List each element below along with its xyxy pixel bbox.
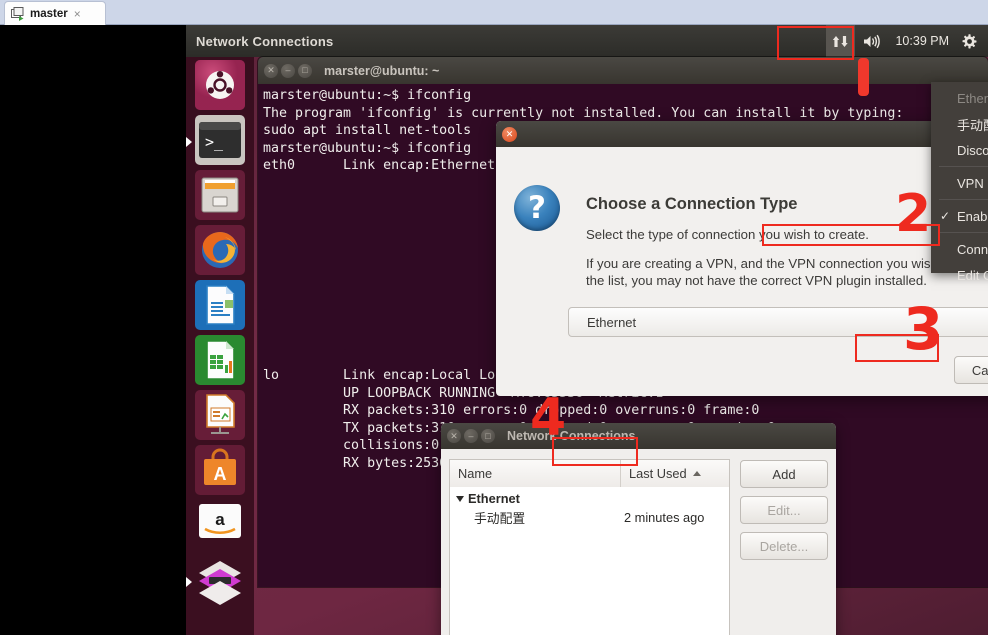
connection-group-ethernet[interactable]: Ethernet xyxy=(450,487,729,508)
menu-item-enable-networking[interactable]: ✓ Enable Networking xyxy=(931,203,988,229)
nc-window-controls: ✕ – □ xyxy=(447,429,495,443)
launcher-item-ubuntu-dash[interactable] xyxy=(195,59,245,115)
dialog-paragraph-2: If you are creating a VPN, and the VPN c… xyxy=(586,256,988,288)
unity-launcher: >_ A a xyxy=(186,57,254,635)
svg-text:a: a xyxy=(215,510,225,529)
menu-item-vpn-connections[interactable]: VPN Connections xyxy=(931,170,988,196)
network-indicator-menu: Ethernet Network 手动配置 Disconnect VPN Con… xyxy=(931,82,988,283)
dialog-text: Choose a Connection Type Select the type… xyxy=(586,163,988,289)
edit-button[interactable]: Edit... xyxy=(740,496,828,524)
menu-separator-2 xyxy=(939,199,988,200)
volume-icon[interactable] xyxy=(857,25,889,57)
browser-tab-strip: master × xyxy=(0,0,988,25)
screenshot-root: master × Network Connections 10:39 PM >_… xyxy=(0,0,988,635)
repository-icon xyxy=(10,6,26,22)
dialog-body: ? Choose a Connection Type Select the ty… xyxy=(496,147,988,396)
connection-type-value: Ethernet xyxy=(587,314,637,330)
delete-button[interactable]: Delete... xyxy=(740,532,828,560)
sort-ascending-icon xyxy=(692,471,701,476)
menu-item-manual-config[interactable]: 手动配置 xyxy=(931,111,988,137)
cancel-button[interactable]: Cancel xyxy=(954,356,988,384)
add-button[interactable]: Add xyxy=(740,460,828,488)
close-icon[interactable]: × xyxy=(74,8,81,20)
column-header-last-used[interactable]: Last Used xyxy=(621,460,729,487)
ubuntu-desktop: Network Connections 10:39 PM >_ A a ✕ – … xyxy=(186,25,988,635)
launcher-item-software-center[interactable]: A xyxy=(195,444,245,500)
connection-type-select[interactable]: Ethernet xyxy=(568,307,988,337)
svg-text:A: A xyxy=(214,464,227,484)
launcher-item-firefox[interactable] xyxy=(195,224,245,280)
choose-connection-type-dialog: ✕ ? Choose a Connection Type Select the … xyxy=(496,121,988,396)
menu-separator-3 xyxy=(939,232,988,233)
dialog-titlebar: ✕ xyxy=(496,121,988,147)
maximize-icon[interactable]: □ xyxy=(481,429,495,443)
dialog-actions: Cancel Create... xyxy=(954,356,988,384)
nc-window-title: Network Connections xyxy=(507,429,636,443)
black-background xyxy=(0,25,186,635)
libreoffice-writer-icon xyxy=(195,279,245,335)
menu-item-enable-networking-label: Enable Networking xyxy=(957,208,988,224)
check-icon: ✓ xyxy=(940,209,951,223)
network-updown-icon[interactable] xyxy=(826,25,856,57)
svg-text:>_: >_ xyxy=(205,133,224,151)
launcher-item-libreoffice-writer[interactable] xyxy=(195,279,245,335)
amazon-icon: a xyxy=(195,500,245,555)
connections-list[interactable]: Name Last Used Ethernet 手动配置 2 minutes a… xyxy=(449,459,730,635)
launcher-item-amazon[interactable]: a xyxy=(195,502,245,552)
minimize-icon[interactable]: – xyxy=(464,429,478,443)
table-row[interactable]: 手动配置 2 minutes ago xyxy=(450,508,729,527)
gear-icon[interactable] xyxy=(955,25,984,57)
close-icon[interactable]: ✕ xyxy=(264,63,278,78)
launcher-item-system-settings[interactable] xyxy=(186,555,245,610)
firefox-icon xyxy=(195,224,245,280)
browser-tab-label: master xyxy=(30,7,68,20)
menu-item-connection-information[interactable]: Connection Information xyxy=(931,236,988,262)
question-mark-icon: ? xyxy=(514,185,560,231)
connection-group-label: Ethernet xyxy=(468,491,520,506)
terminal-title: marster@ubuntu: ~ xyxy=(324,63,440,78)
launcher-item-libreoffice-impress[interactable] xyxy=(195,389,245,445)
column-header-name[interactable]: Name xyxy=(450,460,621,487)
window-controls: ✕ – □ xyxy=(264,63,312,78)
panel-window-title: Network Connections xyxy=(196,33,334,49)
libreoffice-calc-icon xyxy=(195,334,245,390)
files-icon xyxy=(195,169,245,225)
clock[interactable]: 10:39 PM xyxy=(891,34,953,48)
unity-top-panel: Network Connections 10:39 PM xyxy=(186,25,988,57)
menu-item-ethernet-network: Ethernet Network xyxy=(957,90,988,106)
connection-name: 手动配置 xyxy=(474,511,526,526)
close-icon[interactable]: ✕ xyxy=(502,126,517,142)
ubuntu-dash-icon xyxy=(195,59,245,115)
minimize-icon[interactable]: – xyxy=(281,63,295,78)
menu-item-vpn-label: VPN Connections xyxy=(957,175,988,191)
menu-item-disconnect[interactable]: Disconnect xyxy=(931,137,988,163)
connection-last-used: 2 minutes ago xyxy=(624,510,705,525)
dialog-heading: Choose a Connection Type xyxy=(586,195,798,213)
panel-indicators: 10:39 PM xyxy=(826,25,984,57)
ubuntu-software-center-icon: A xyxy=(195,444,245,500)
maximize-icon[interactable]: □ xyxy=(298,63,312,78)
launcher-item-terminal[interactable]: >_ xyxy=(186,114,245,170)
column-header-last-used-label: Last Used xyxy=(629,466,687,481)
launcher-item-libreoffice-calc[interactable] xyxy=(195,334,245,390)
nc-body: Name Last Used Ethernet 手动配置 2 minutes a… xyxy=(441,449,836,635)
libreoffice-impress-icon xyxy=(195,389,245,445)
connections-actions: Add Edit... Delete... xyxy=(730,459,828,635)
terminal-icon: >_ xyxy=(195,114,245,170)
terminal-titlebar: ✕ – □ marster@ubuntu: ~ xyxy=(258,57,988,84)
network-connections-window: ✕ – □ Network Connections Name Last Used xyxy=(441,423,836,635)
system-settings-icon xyxy=(195,555,245,610)
column-header-name-label: Name xyxy=(458,466,493,481)
menu-item-edit-connections[interactable]: Edit Connections... xyxy=(931,262,988,288)
close-icon[interactable]: ✕ xyxy=(447,429,461,443)
nc-titlebar: ✕ – □ Network Connections xyxy=(441,423,836,449)
browser-tab-master[interactable]: master × xyxy=(4,1,106,25)
menu-separator-1 xyxy=(939,166,988,167)
dialog-paragraph-1: Select the type of connection you wish t… xyxy=(586,227,869,242)
chevron-down-icon xyxy=(456,495,464,502)
connections-table-header: Name Last Used xyxy=(450,460,729,487)
launcher-item-files[interactable] xyxy=(195,169,245,225)
